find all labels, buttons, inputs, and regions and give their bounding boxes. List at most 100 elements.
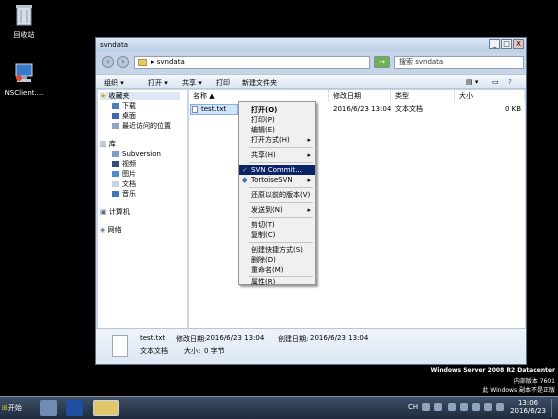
language-indicator[interactable]: CH <box>408 403 418 411</box>
help-icon[interactable]: ? <box>508 78 512 86</box>
menu-item-rename[interactable]: 重命名(M) <box>239 265 315 275</box>
refresh-button[interactable]: → <box>374 56 390 68</box>
keyboard-icon[interactable] <box>422 403 430 411</box>
menu-item-tortoisesvn[interactable]: ◆ TortoiseSVN ▸ <box>239 175 315 185</box>
menu-item-open[interactable]: 打开(O) <box>239 105 315 115</box>
menu-item-cut[interactable]: 剪切(T) <box>239 220 315 230</box>
print-button[interactable]: 打印 <box>216 78 230 88</box>
desktop-icon-nsclient[interactable]: NSClient.... <box>0 62 48 98</box>
share-button[interactable]: 共享 ▾ <box>182 78 202 88</box>
nav-network[interactable]: ◈ 网络 <box>100 226 122 234</box>
organize-button[interactable]: 组织 ▾ <box>104 78 124 88</box>
action-center-icon[interactable] <box>496 403 504 411</box>
tray-expand-icon[interactable] <box>448 403 456 411</box>
column-header-modified[interactable]: 修改日期 <box>329 90 391 102</box>
menu-item-label: 编辑(E) <box>251 126 275 134</box>
nav-item-documents[interactable]: 文档 <box>112 180 136 188</box>
nav-item-music[interactable]: 音乐 <box>112 190 136 198</box>
menu-item-label: SVN Commit... <box>251 166 302 174</box>
forward-button[interactable]: › <box>117 56 129 68</box>
menu-item-print[interactable]: 打印(P) <box>239 115 315 125</box>
watermark-edition: Windows Server 2008 R2 Datacenter <box>430 367 555 374</box>
menu-item-properties[interactable]: 属性(R) <box>239 277 315 287</box>
menu-item-share[interactable]: 共享(H) ▸ <box>239 150 315 160</box>
desktop-icon-recycle-bin[interactable]: 回收站 <box>0 4 48 40</box>
videos-icon <box>112 161 119 167</box>
preview-pane-icon[interactable]: ▭ <box>492 78 499 86</box>
menu-item-label: 复制(C) <box>251 231 276 239</box>
music-icon <box>112 191 119 197</box>
submenu-arrow-icon: ▸ <box>307 206 311 214</box>
nav-computer-label: 计算机 <box>108 208 130 216</box>
menu-item-label: 发送到(N) <box>251 206 283 214</box>
menu-item-label: 创建快捷方式(S) <box>251 246 303 254</box>
open-button[interactable]: 打开 ▾ <box>148 78 168 88</box>
menu-item-edit[interactable]: 编辑(E) <box>239 125 315 135</box>
watermark-build: 内部版本 7601 <box>513 378 555 385</box>
help-tray-icon[interactable] <box>434 403 442 411</box>
nav-item-subversion[interactable]: Subversion <box>112 150 161 158</box>
computer-icon: ▣ <box>100 208 107 216</box>
navigation-pane: ★ 收藏夹 下载 桌面 最近访问的位置 ▥ 库 Subversion 视频 图片… <box>98 90 188 328</box>
network-icon: ◈ <box>100 226 106 234</box>
search-input[interactable]: 搜索 svndata <box>394 56 524 69</box>
nav-item-videos[interactable]: 视频 <box>112 160 136 168</box>
file-size: 0 KB <box>505 105 522 113</box>
title-bar[interactable]: svndata _ □ X <box>96 38 526 52</box>
nav-label: 音乐 <box>122 190 136 198</box>
view-options-icon[interactable]: ▤ ▾ <box>466 78 478 86</box>
minimize-button[interactable]: _ <box>489 39 500 49</box>
nav-item-pictures[interactable]: 图片 <box>112 170 136 178</box>
menu-item-svn-commit[interactable]: ✓ SVN Commit... <box>239 165 315 175</box>
network-tray-icon[interactable] <box>472 403 480 411</box>
window-title: svndata <box>100 41 128 49</box>
powershell-icon[interactable] <box>66 400 83 416</box>
menu-item-restore-previous[interactable]: 还原以前的版本(V) <box>239 190 315 200</box>
menu-item-label: 剪切(T) <box>251 221 275 229</box>
menu-item-create-shortcut[interactable]: 创建快捷方式(S) <box>239 245 315 255</box>
show-desktop-button[interactable] <box>551 399 557 417</box>
menu-item-label: 打开(O) <box>251 106 278 114</box>
nav-libraries[interactable]: ▥ 库 <box>100 140 116 148</box>
menu-item-open-with[interactable]: 打开方式(H) ▸ <box>239 135 315 145</box>
volume-icon[interactable] <box>484 403 492 411</box>
start-button[interactable]: ⊞开始 <box>2 401 26 416</box>
svn-commit-icon: ✓ <box>242 166 248 174</box>
nav-label: 文档 <box>122 180 136 188</box>
menu-item-copy[interactable]: 复制(C) <box>239 230 315 240</box>
menu-separator <box>249 162 313 163</box>
explorer-taskbar-icon[interactable] <box>93 400 119 416</box>
column-header-size[interactable]: 大小 <box>455 90 525 102</box>
nav-item-recent[interactable]: 最近访问的位置 <box>112 122 171 130</box>
menu-item-delete[interactable]: 删除(D) <box>239 255 315 265</box>
menu-item-label: 重命名(M) <box>251 266 284 274</box>
column-header-type[interactable]: 类型 <box>391 90 455 102</box>
pictures-icon <box>112 171 119 177</box>
watermark-genuine: 此 Windows 副本不是正版 <box>482 387 555 394</box>
clock[interactable]: 13:06 2016/6/23 <box>510 399 546 415</box>
nav-item-desktop[interactable]: 桌面 <box>112 112 136 120</box>
taskbar: ⊞开始 CH 13:06 2016/6/23 <box>0 396 558 419</box>
nav-computer[interactable]: ▣ 计算机 <box>100 208 130 216</box>
flag-icon[interactable] <box>460 403 468 411</box>
back-button[interactable]: ‹ <box>102 56 114 68</box>
address-prefix: ▸ <box>151 58 155 66</box>
desktop-icon-label: 回收站 <box>13 31 35 39</box>
nav-network-label: 网络 <box>107 226 122 234</box>
menu-separator <box>249 147 313 148</box>
menu-item-send-to[interactable]: 发送到(N) ▸ <box>239 205 315 215</box>
address-bar[interactable]: ▸ svndata <box>134 56 370 69</box>
new-folder-button[interactable]: 新建文件夹 <box>242 78 277 88</box>
nav-favorites[interactable]: ★ 收藏夹 <box>100 92 180 100</box>
close-button[interactable]: X <box>513 39 524 49</box>
recycle-bin-icon <box>0 4 48 29</box>
menu-separator <box>249 242 313 243</box>
menu-item-label: 共享(H) <box>251 151 276 159</box>
nav-item-downloads[interactable]: 下载 <box>112 102 136 110</box>
details-pane: test.txt 修改日期: 2016/6/23 13:04 创建日期: 201… <box>96 328 526 364</box>
server-manager-icon[interactable] <box>40 400 57 416</box>
file-preview-icon <box>112 335 128 357</box>
nav-label: Subversion <box>122 150 161 158</box>
menu-separator <box>249 202 313 203</box>
maximize-button[interactable]: □ <box>501 39 512 49</box>
